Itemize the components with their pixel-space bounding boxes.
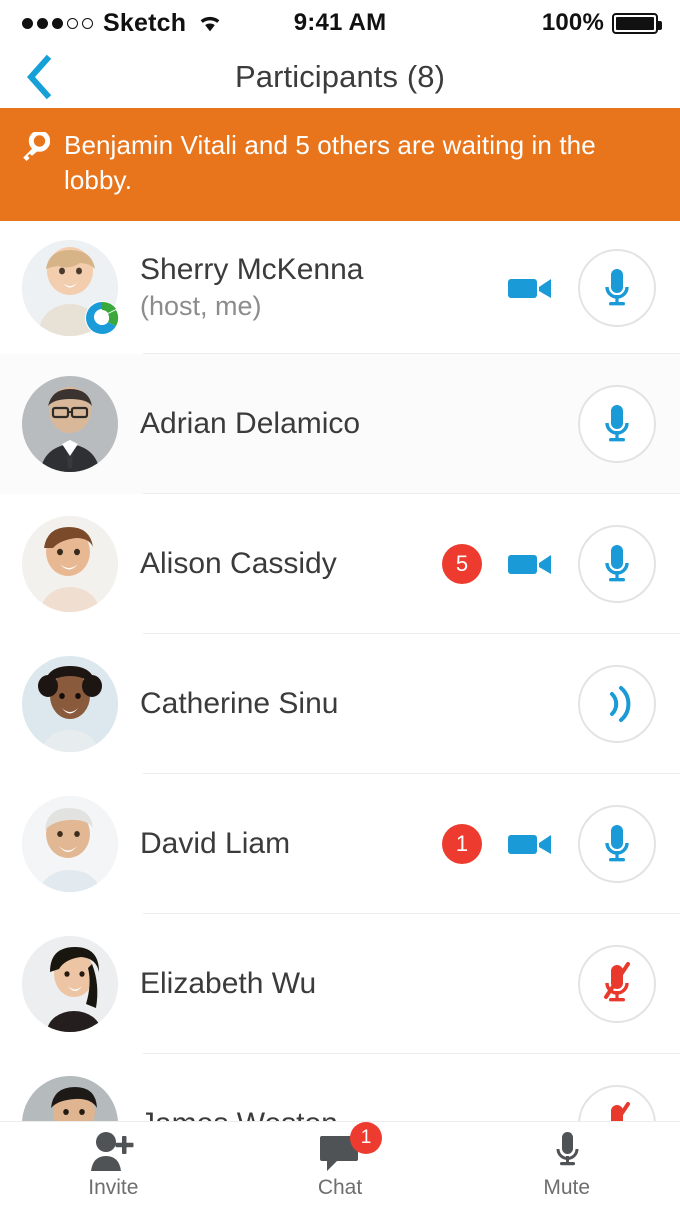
microphone-button[interactable] [578, 805, 656, 884]
avatar-elizabeth-wu [22, 936, 118, 1033]
chat-label: Chat [317, 1175, 363, 1199]
microphone-icon [552, 1130, 582, 1172]
avatar [22, 796, 118, 893]
avatar [22, 376, 118, 473]
participant-subtitle: (host, me) [140, 291, 262, 322]
participant-row-icons [508, 248, 656, 327]
avatar-alison-cassidy [22, 516, 118, 613]
participant-names: Catherine Sinu [140, 687, 578, 722]
participant-row[interactable]: David Liam 1 [0, 774, 680, 915]
participant-name: Catherine Sinu [140, 686, 339, 720]
participant-row-icons: 5 [442, 525, 656, 604]
webex-status-badge [82, 298, 122, 338]
participant-row-icons [578, 385, 656, 464]
microphone-icon [605, 405, 629, 442]
participant-name: Alison Cassidy [140, 546, 337, 580]
participant-name: Sherry McKenna [140, 252, 364, 286]
microphone-button[interactable] [578, 525, 656, 604]
participant-names: Elizabeth Wu [140, 967, 578, 1002]
participant-row-icons: 1 [442, 805, 656, 884]
avatar [22, 239, 119, 336]
status-bar: Sketch 9:41 AM 100% [0, 0, 680, 46]
status-badge: 1 [442, 824, 482, 865]
signal-strength-icon [22, 17, 93, 29]
app-screen: Sketch 9:41 AM 100% Participants (8) Ben… [0, 0, 680, 1207]
back-button[interactable] [14, 52, 64, 102]
status-badge: 5 [442, 544, 482, 585]
participant-name: Adrian Delamico [140, 406, 361, 440]
avatar-adrian-delamico [22, 376, 118, 473]
participant-row-icons [578, 945, 656, 1024]
lobby-banner-text: Benjamin Vitali and 5 others are waiting… [64, 130, 596, 195]
participant-row[interactable]: Elizabeth Wu [0, 914, 680, 1055]
microphone-muted-button[interactable] [578, 945, 656, 1024]
audio-waves-button[interactable] [578, 665, 656, 744]
invite-label: Invite [88, 1175, 139, 1199]
bottom-toolbar: Invite 1 Chat Mute [0, 1121, 680, 1207]
carrier-label: Sketch [103, 8, 187, 37]
participant-names: Alison Cassidy [140, 547, 442, 582]
audio-waves-icon [610, 686, 631, 723]
microphone-icon [605, 545, 629, 582]
microphone-muted-icon [604, 962, 630, 1002]
participants-list: Sherry McKenna (host, me) Adrian Delamic… [0, 221, 680, 1195]
microphone-button[interactable] [578, 248, 656, 327]
microphone-icon [605, 268, 629, 306]
status-bar-left: Sketch [22, 9, 223, 38]
participant-name: David Liam [140, 826, 291, 860]
microphone-button[interactable] [578, 385, 656, 464]
avatar [22, 656, 118, 753]
participant-row[interactable]: Alison Cassidy 5 [0, 494, 680, 635]
participant-names: Sherry McKenna (host, me) [140, 253, 508, 323]
lobby-banner[interactable]: Benjamin Vitali and 5 others are waiting… [0, 108, 680, 222]
video-camera-icon[interactable] [508, 273, 552, 303]
chat-button[interactable]: 1 Chat [227, 1121, 454, 1200]
video-camera-icon[interactable] [508, 829, 552, 859]
participant-names: Adrian Delamico [140, 407, 578, 442]
chat-unread-badge: 1 [350, 1121, 382, 1154]
add-person-icon [89, 1130, 137, 1172]
invite-button[interactable]: Invite [0, 1130, 227, 1200]
participant-row[interactable]: Catherine Sinu [0, 634, 680, 775]
mute-button[interactable]: Mute [453, 1130, 680, 1200]
status-bar-right: 100% [541, 9, 662, 37]
participant-name: Elizabeth Wu [140, 966, 317, 1000]
participant-row[interactable]: Sherry McKenna (host, me) [0, 221, 680, 355]
chat-bubble-icon: 1 [316, 1121, 382, 1172]
participant-names: David Liam [140, 827, 442, 862]
participant-row-icons [578, 665, 656, 744]
avatar-david-liam [22, 796, 118, 893]
avatar [22, 516, 118, 613]
wifi-icon [197, 13, 223, 33]
avatar [22, 936, 118, 1033]
battery-full-icon [612, 12, 662, 34]
nav-bar: Participants (8) [0, 46, 680, 108]
avatar-catherine-sinu [22, 656, 118, 753]
page-title: Participants (8) [234, 59, 446, 94]
chevron-left-icon [26, 54, 52, 100]
key-icon [20, 130, 51, 169]
mute-label: Mute [543, 1175, 591, 1199]
video-camera-icon[interactable] [508, 549, 552, 579]
battery-percent-label: 100% [541, 9, 604, 36]
microphone-icon [605, 825, 629, 862]
participant-row[interactable]: Adrian Delamico [0, 354, 680, 495]
